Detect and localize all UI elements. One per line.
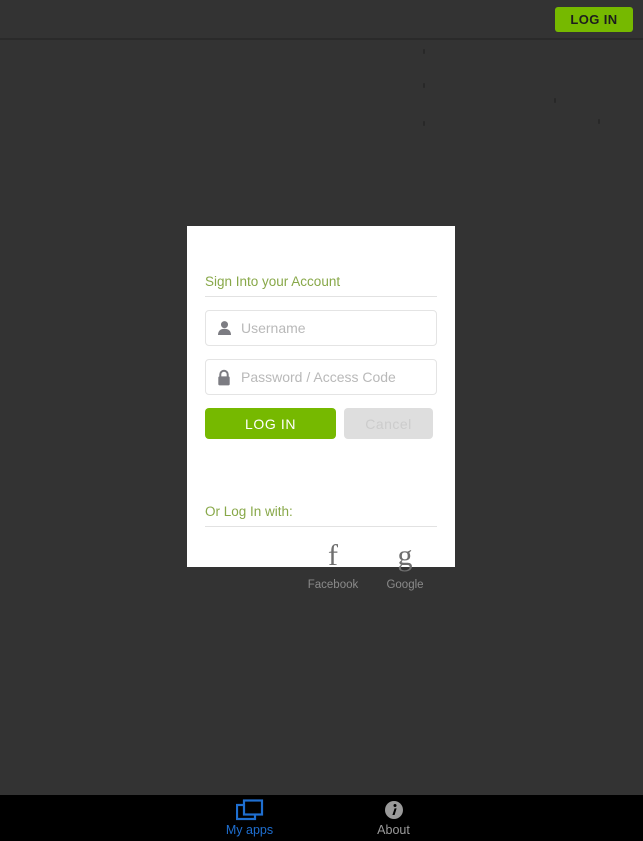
- google-login-option[interactable]: g Google: [379, 539, 431, 592]
- windows-stack-icon: [204, 799, 296, 821]
- background-speck: [423, 83, 425, 88]
- google-icon: g: [397, 539, 413, 572]
- tab-my-apps-label: My apps: [225, 823, 274, 837]
- lock-icon: [216, 368, 232, 386]
- background-speck: [423, 49, 425, 54]
- card-cancel-button[interactable]: Cancel: [344, 408, 433, 439]
- card-login-button[interactable]: LOG IN: [205, 408, 336, 439]
- username-field-wrapper[interactable]: [205, 310, 437, 346]
- bottom-navigation-bar: My apps About: [0, 795, 643, 841]
- background-speck: [598, 119, 600, 124]
- password-input[interactable]: [241, 369, 426, 385]
- social-login-heading: Or Log In with:: [205, 504, 293, 519]
- facebook-icon: f: [328, 539, 338, 572]
- tab-about-label: About: [377, 823, 410, 837]
- password-field-wrapper[interactable]: [205, 359, 437, 395]
- username-input[interactable]: [241, 320, 426, 336]
- person-icon: [216, 319, 232, 337]
- header-login-button[interactable]: LOG IN: [555, 6, 633, 32]
- facebook-label: Facebook: [307, 579, 359, 591]
- social-provider-list: f Facebook g Google: [205, 539, 437, 592]
- card-button-row: LOG IN Cancel: [205, 408, 437, 439]
- heading-divider: [205, 296, 437, 297]
- background-speck: [554, 98, 556, 103]
- tab-about[interactable]: About: [348, 799, 440, 837]
- social-login-section: Or Log In with: f Facebook g Google: [205, 504, 437, 591]
- background-speck: [423, 121, 425, 126]
- social-divider: [205, 526, 437, 527]
- login-card: Sign Into your Account L: [187, 226, 455, 591]
- sign-in-heading: Sign Into your Account: [205, 274, 341, 289]
- google-label: Google: [386, 579, 424, 591]
- facebook-login-option[interactable]: f Facebook: [307, 539, 359, 592]
- tab-my-apps[interactable]: My apps: [204, 799, 296, 837]
- top-header-bar: LOG IN: [0, 0, 643, 40]
- info-circle-icon: [348, 799, 440, 821]
